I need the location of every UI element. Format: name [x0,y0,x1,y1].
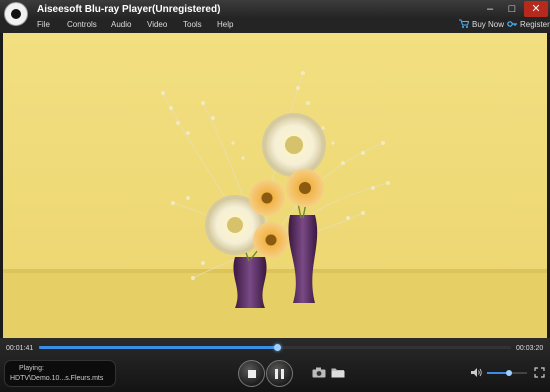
current-time: 00:01:41 [6,345,34,352]
video-display[interactable] [3,33,547,338]
title-bar: Aiseesoft Blu-ray Player(Unregistered) –… [0,0,550,19]
fullscreen-icon[interactable] [534,367,545,378]
pause-button[interactable] [266,360,293,387]
menu-video[interactable]: Video [147,20,167,29]
volume-slider[interactable] [487,370,527,376]
register-link[interactable]: Register [507,19,550,29]
menu-bar: File Controls Audio Video Tools Help Buy… [0,19,550,33]
app-logo-icon [4,2,28,26]
maximize-button[interactable]: □ [502,1,522,17]
volume-handle[interactable] [506,370,512,376]
menu-tools[interactable]: Tools [183,20,202,29]
menu-audio[interactable]: Audio [111,20,131,29]
folder-icon[interactable] [331,367,345,378]
video-frame-flowers [3,33,547,338]
minimize-button[interactable]: – [480,1,500,17]
window-controls: – □ ✕ [478,1,548,17]
seek-bar[interactable] [39,344,511,351]
window-title: Aiseesoft Blu-ray Player(Unregistered) [37,4,221,15]
total-time: 00:03:20 [516,345,544,352]
menu-help[interactable]: Help [217,20,233,29]
camera-icon[interactable] [312,367,326,378]
seek-progress [39,346,278,349]
seek-handle[interactable] [273,344,281,351]
cart-icon [459,19,469,28]
file-name: HDTV\Demo.10...s.Fleurs.mts [10,375,104,382]
status-label: Playing: [19,365,44,372]
stop-button[interactable] [238,360,265,387]
buy-now-label: Buy Now [472,19,505,29]
speaker-icon[interactable] [470,367,482,378]
menu-file[interactable]: File [37,20,50,29]
key-icon [507,21,517,27]
menu-controls[interactable]: Controls [67,20,97,29]
register-label: Register [520,19,550,29]
close-button[interactable]: ✕ [524,1,548,17]
pause-icon [275,368,284,379]
stop-icon [247,369,256,378]
now-playing-panel: Playing: HDTV\Demo.10...s.Fleurs.mts [4,360,116,387]
buy-now-link[interactable]: Buy Now [459,19,504,29]
